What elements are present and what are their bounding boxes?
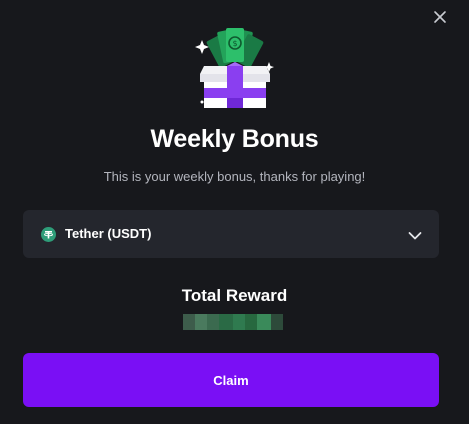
modal-title: Weekly Bonus	[150, 125, 319, 153]
currency-select-value: Tether (USDT)	[65, 226, 152, 241]
close-button[interactable]	[433, 10, 447, 24]
reward-value-obscured	[183, 314, 283, 330]
currency-select[interactable]: Tether (USDT)	[23, 210, 439, 258]
weekly-bonus-modal: $ Weekly Bonus This is your weekly bonus…	[0, 0, 469, 424]
gift-box-with-cash-icon: $	[190, 22, 280, 114]
chevron-down-icon	[408, 228, 422, 240]
claim-button[interactable]: Claim	[23, 353, 439, 407]
svg-text:$: $	[232, 39, 237, 48]
close-icon	[434, 11, 446, 23]
tether-icon	[41, 227, 56, 242]
modal-subtitle: This is your weekly bonus, thanks for pl…	[103, 169, 366, 184]
total-reward-label: Total Reward	[181, 286, 288, 305]
